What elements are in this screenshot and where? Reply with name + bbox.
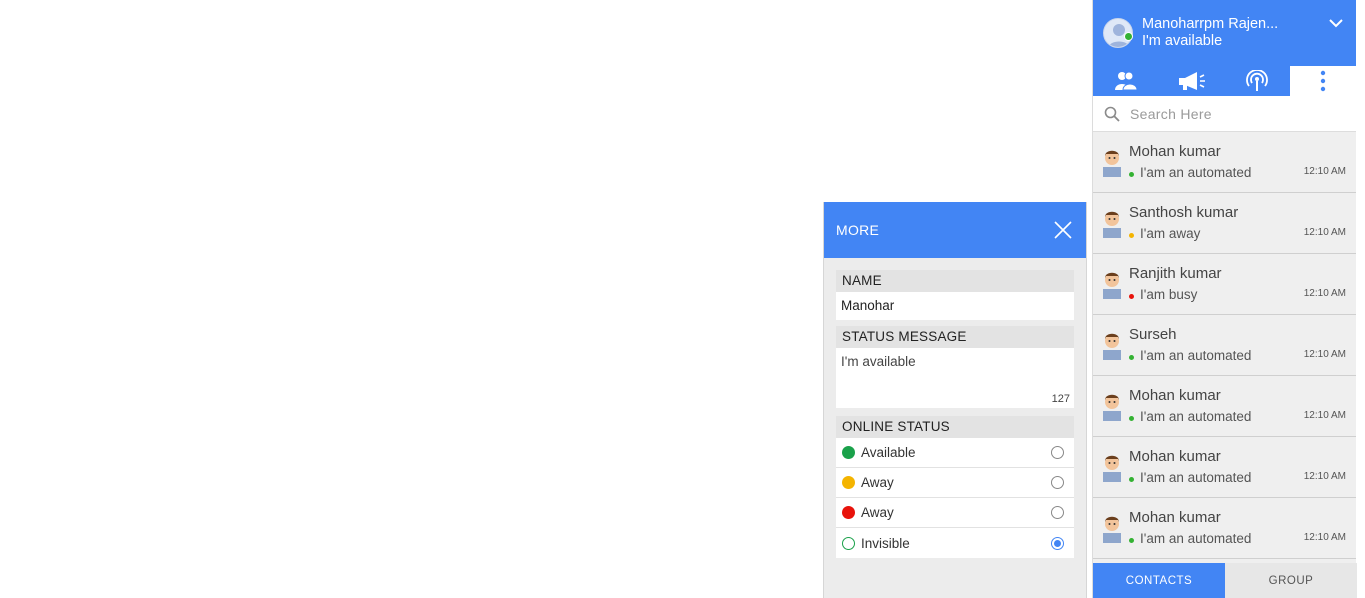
megaphone-icon	[1178, 72, 1205, 90]
contact-time: 12:10 AM	[1303, 349, 1346, 360]
contact-time: 12:10 AM	[1303, 166, 1346, 177]
contact-message: I'am an automated	[1140, 408, 1252, 424]
online-status-dot	[1124, 32, 1133, 41]
tab-announcements[interactable]	[1159, 66, 1225, 96]
status-message-field[interactable]: I'm available 127	[836, 348, 1074, 408]
list-item[interactable]: Santhosh kumar I'am away 12:10 AM	[1093, 193, 1356, 254]
contact-message: I'am an automated	[1140, 164, 1252, 180]
contact-message: I'am an automated	[1140, 469, 1252, 485]
tab-bar	[1093, 66, 1356, 96]
search-icon	[1104, 106, 1120, 122]
more-title: MORE	[836, 222, 880, 238]
status-dot-icon	[1129, 476, 1134, 482]
status-dot-icon	[842, 506, 855, 519]
status-char-count: 127	[1051, 393, 1070, 405]
contact-time: 12:10 AM	[1303, 288, 1346, 299]
avatar-icon	[1103, 150, 1121, 177]
status-dot-icon	[842, 476, 855, 489]
status-option-label: Invisible	[861, 535, 910, 551]
list-item[interactable]: Ranjith kumar I'am busy 12:10 AM	[1093, 254, 1356, 315]
contact-time: 12:10 AM	[1303, 471, 1346, 482]
radio-button[interactable]	[1051, 506, 1064, 519]
search-bar	[1093, 96, 1356, 132]
status-option-busy[interactable]: Away	[836, 498, 1074, 528]
online-status-label: ONLINE STATUS	[836, 416, 1074, 438]
status-dot-icon	[1129, 537, 1134, 543]
avatar-icon	[1103, 455, 1121, 482]
contact-time: 12:10 AM	[1303, 227, 1346, 238]
chevron-down-icon[interactable]	[1328, 15, 1344, 31]
status-dot-icon	[1129, 354, 1134, 360]
status-option-label: Available	[861, 445, 916, 460]
list-item[interactable]: Mohan kumar I'am an automated 12:10 AM	[1093, 437, 1356, 498]
status-option-label: Away	[861, 475, 894, 490]
contact-name: Surseh	[1129, 325, 1177, 343]
status-message-label: STATUS MESSAGE	[836, 326, 1074, 348]
avatar-icon	[1103, 211, 1121, 238]
profile-header: Manoharrpm Rajen... I'm available	[1093, 0, 1356, 66]
list-item[interactable]: Mohan kumar I'am an automated 12:10 AM	[1093, 132, 1356, 193]
name-field[interactable]	[836, 292, 1074, 320]
status-option-available[interactable]: Available	[836, 438, 1074, 468]
status-dot-icon	[1129, 293, 1134, 299]
tab-broadcast[interactable]	[1225, 66, 1291, 96]
tab-more[interactable]	[1290, 66, 1356, 96]
status-ring-icon	[842, 536, 855, 550]
status-message-text: I'm available	[841, 354, 916, 369]
online-status-options: Available Away Away Invisible	[836, 438, 1074, 558]
contact-message: I'am busy	[1140, 286, 1198, 302]
status-dot-icon	[1129, 415, 1134, 421]
profile-status: I'm available	[1142, 33, 1223, 49]
avatar-icon	[1103, 272, 1121, 299]
list-item[interactable]: Mohan kumar I'am an automated 12:10 AM	[1093, 376, 1356, 437]
bottom-tabs: CONTACTS GROUP	[1093, 563, 1357, 598]
tab-contacts-bottom[interactable]: CONTACTS	[1093, 563, 1225, 598]
radio-button[interactable]	[1051, 446, 1064, 459]
contact-time: 12:10 AM	[1303, 532, 1346, 543]
list-item[interactable]: Mohan kumar I'am an automated 12:10 AM	[1093, 498, 1356, 559]
contact-name: Mohan kumar	[1129, 386, 1221, 404]
contact-name: Mohan kumar	[1129, 508, 1221, 526]
contact-name: Mohan kumar	[1129, 447, 1221, 465]
close-icon[interactable]	[1052, 219, 1074, 241]
more-panel: MORE NAME STATUS MESSAGE I'm available 1…	[823, 202, 1087, 598]
contact-message: I'am an automated	[1140, 347, 1252, 363]
more-body: NAME STATUS MESSAGE I'm available 127 ON…	[824, 258, 1086, 558]
more-header: MORE	[824, 202, 1086, 258]
contact-name: Ranjith kumar	[1129, 264, 1222, 282]
tab-contacts[interactable]	[1093, 66, 1159, 96]
status-option-label: Away	[861, 505, 894, 520]
contacts-sidebar: Manoharrpm Rajen... I'm available Search…	[1092, 0, 1357, 598]
radio-button[interactable]	[1051, 476, 1064, 489]
tab-group-bottom[interactable]: GROUP	[1225, 563, 1357, 598]
broadcast-icon	[1246, 70, 1269, 91]
status-option-invisible[interactable]: Invisible	[836, 528, 1074, 558]
list-item[interactable]: Surseh I'am an automated 12:10 AM	[1093, 315, 1356, 376]
contact-name: Santhosh kumar	[1129, 203, 1239, 221]
avatar-icon	[1103, 516, 1121, 543]
radio-button-selected[interactable]	[1051, 536, 1064, 550]
contact-list: Mohan kumar I'am an automated 12:10 AM S…	[1093, 132, 1356, 559]
status-dot-icon	[1129, 232, 1134, 238]
contact-name: Mohan kumar	[1129, 142, 1221, 160]
status-option-away[interactable]: Away	[836, 468, 1074, 498]
avatar-icon	[1103, 333, 1121, 360]
contact-message: I'am away	[1140, 225, 1201, 241]
search-input[interactable]	[1130, 105, 1330, 122]
status-dot-icon	[1129, 171, 1134, 177]
profile-name: Manoharrpm Rajen...	[1142, 16, 1279, 32]
name-label: NAME	[836, 270, 1074, 292]
status-dot-icon	[842, 446, 855, 459]
contact-time: 12:10 AM	[1303, 410, 1346, 421]
contacts-icon	[1114, 71, 1137, 91]
contact-message: I'am an automated	[1140, 530, 1252, 546]
avatar-icon	[1103, 394, 1121, 421]
more-vertical-icon	[1320, 70, 1326, 92]
